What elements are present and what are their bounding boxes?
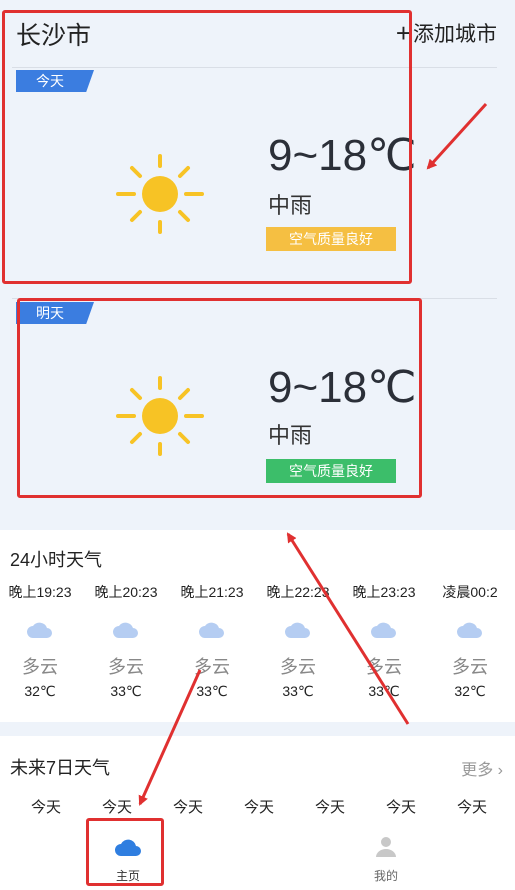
day-label: 今天 bbox=[101, 799, 132, 816]
hour-time: 晚上21:23 bbox=[180, 584, 244, 600]
hour-temperature: 33℃ bbox=[196, 683, 228, 699]
hour-item: 凌晨00:2 多云 32℃ bbox=[427, 582, 513, 700]
hour-item: 晚上21:23 多云 33℃ bbox=[169, 582, 255, 700]
hour-item: 晚上19:23 多云 32℃ bbox=[0, 582, 83, 700]
day-label: 今天 bbox=[30, 799, 61, 816]
day-label: 今天 bbox=[314, 799, 345, 816]
hour-condition: 多云 bbox=[366, 657, 402, 677]
hour-time: 晚上20:23 bbox=[94, 584, 158, 600]
more-button[interactable]: 更多 › bbox=[461, 756, 503, 780]
day-label: 今天 bbox=[385, 799, 416, 816]
day-item: 今天 bbox=[224, 796, 294, 817]
hour-condition: 多云 bbox=[108, 657, 144, 677]
user-icon bbox=[376, 837, 396, 857]
weekly-title: 未来7日天气 bbox=[10, 758, 111, 778]
hour-condition: 多云 bbox=[280, 657, 316, 677]
day-item: 今天 bbox=[437, 796, 507, 817]
weekly-forecast-panel[interactable]: 未来7日天气 更多 › 今天 今天 今天 今天 今天 今天 今天 bbox=[0, 736, 515, 826]
hour-temperature: 33℃ bbox=[110, 683, 142, 699]
day-item: 今天 bbox=[153, 796, 223, 817]
highlight-box-tomorrow bbox=[17, 298, 422, 498]
more-label: 更多 bbox=[461, 762, 494, 779]
day-item: 今天 bbox=[82, 796, 152, 817]
hour-item: 晚上23:23 多云 33℃ bbox=[341, 582, 427, 700]
hour-item: 晚上20:23 多云 33℃ bbox=[83, 582, 169, 700]
day-item: 今天 bbox=[11, 796, 81, 817]
cloud-icon bbox=[113, 622, 138, 638]
hour-condition: 多云 bbox=[194, 657, 230, 677]
hour-temperature: 33℃ bbox=[368, 683, 400, 699]
highlight-box-home-tab bbox=[86, 818, 164, 886]
hour-time: 晚上22:23 bbox=[266, 584, 330, 600]
cloud-icon bbox=[457, 622, 482, 638]
hour-condition: 多云 bbox=[22, 657, 58, 677]
hour-temperature: 33℃ bbox=[282, 683, 314, 699]
day-label: 今天 bbox=[172, 799, 203, 816]
day-item: 今天 bbox=[366, 796, 436, 817]
hour-time: 晚上23:23 bbox=[352, 584, 416, 600]
chevron-right-icon: › bbox=[497, 762, 503, 779]
add-city-label: 添加城市 bbox=[413, 23, 497, 46]
day-label: 今天 bbox=[243, 799, 274, 816]
highlight-box-today bbox=[2, 10, 412, 284]
cloud-icon bbox=[371, 622, 396, 638]
hour-condition: 多云 bbox=[452, 657, 488, 677]
cloud-icon bbox=[199, 622, 224, 638]
day-item: 今天 bbox=[295, 796, 365, 817]
hour-time: 晚上19:23 bbox=[8, 584, 72, 600]
hourly-forecast-panel[interactable]: 24小时天气 晚上19:23 多云 32℃ 晚上20:23 多云 33℃ 晚上21:23 多云… bbox=[0, 530, 515, 722]
hour-temperature: 32℃ bbox=[454, 683, 486, 699]
hour-time: 凌晨00:2 bbox=[442, 584, 498, 600]
hour-temperature: 32℃ bbox=[24, 683, 56, 699]
tab-mine[interactable]: 我的 bbox=[346, 826, 426, 890]
bottom-tab-bar: 主页 我的 bbox=[0, 826, 515, 890]
day-label: 今天 bbox=[456, 799, 487, 816]
cloud-icon bbox=[285, 622, 310, 638]
hourly-title: 24小时天气 bbox=[10, 550, 103, 570]
hour-item: 晚上22:23 多云 33℃ bbox=[255, 582, 341, 700]
cloud-icon bbox=[27, 622, 52, 638]
tab-mine-label: 我的 bbox=[373, 869, 398, 883]
